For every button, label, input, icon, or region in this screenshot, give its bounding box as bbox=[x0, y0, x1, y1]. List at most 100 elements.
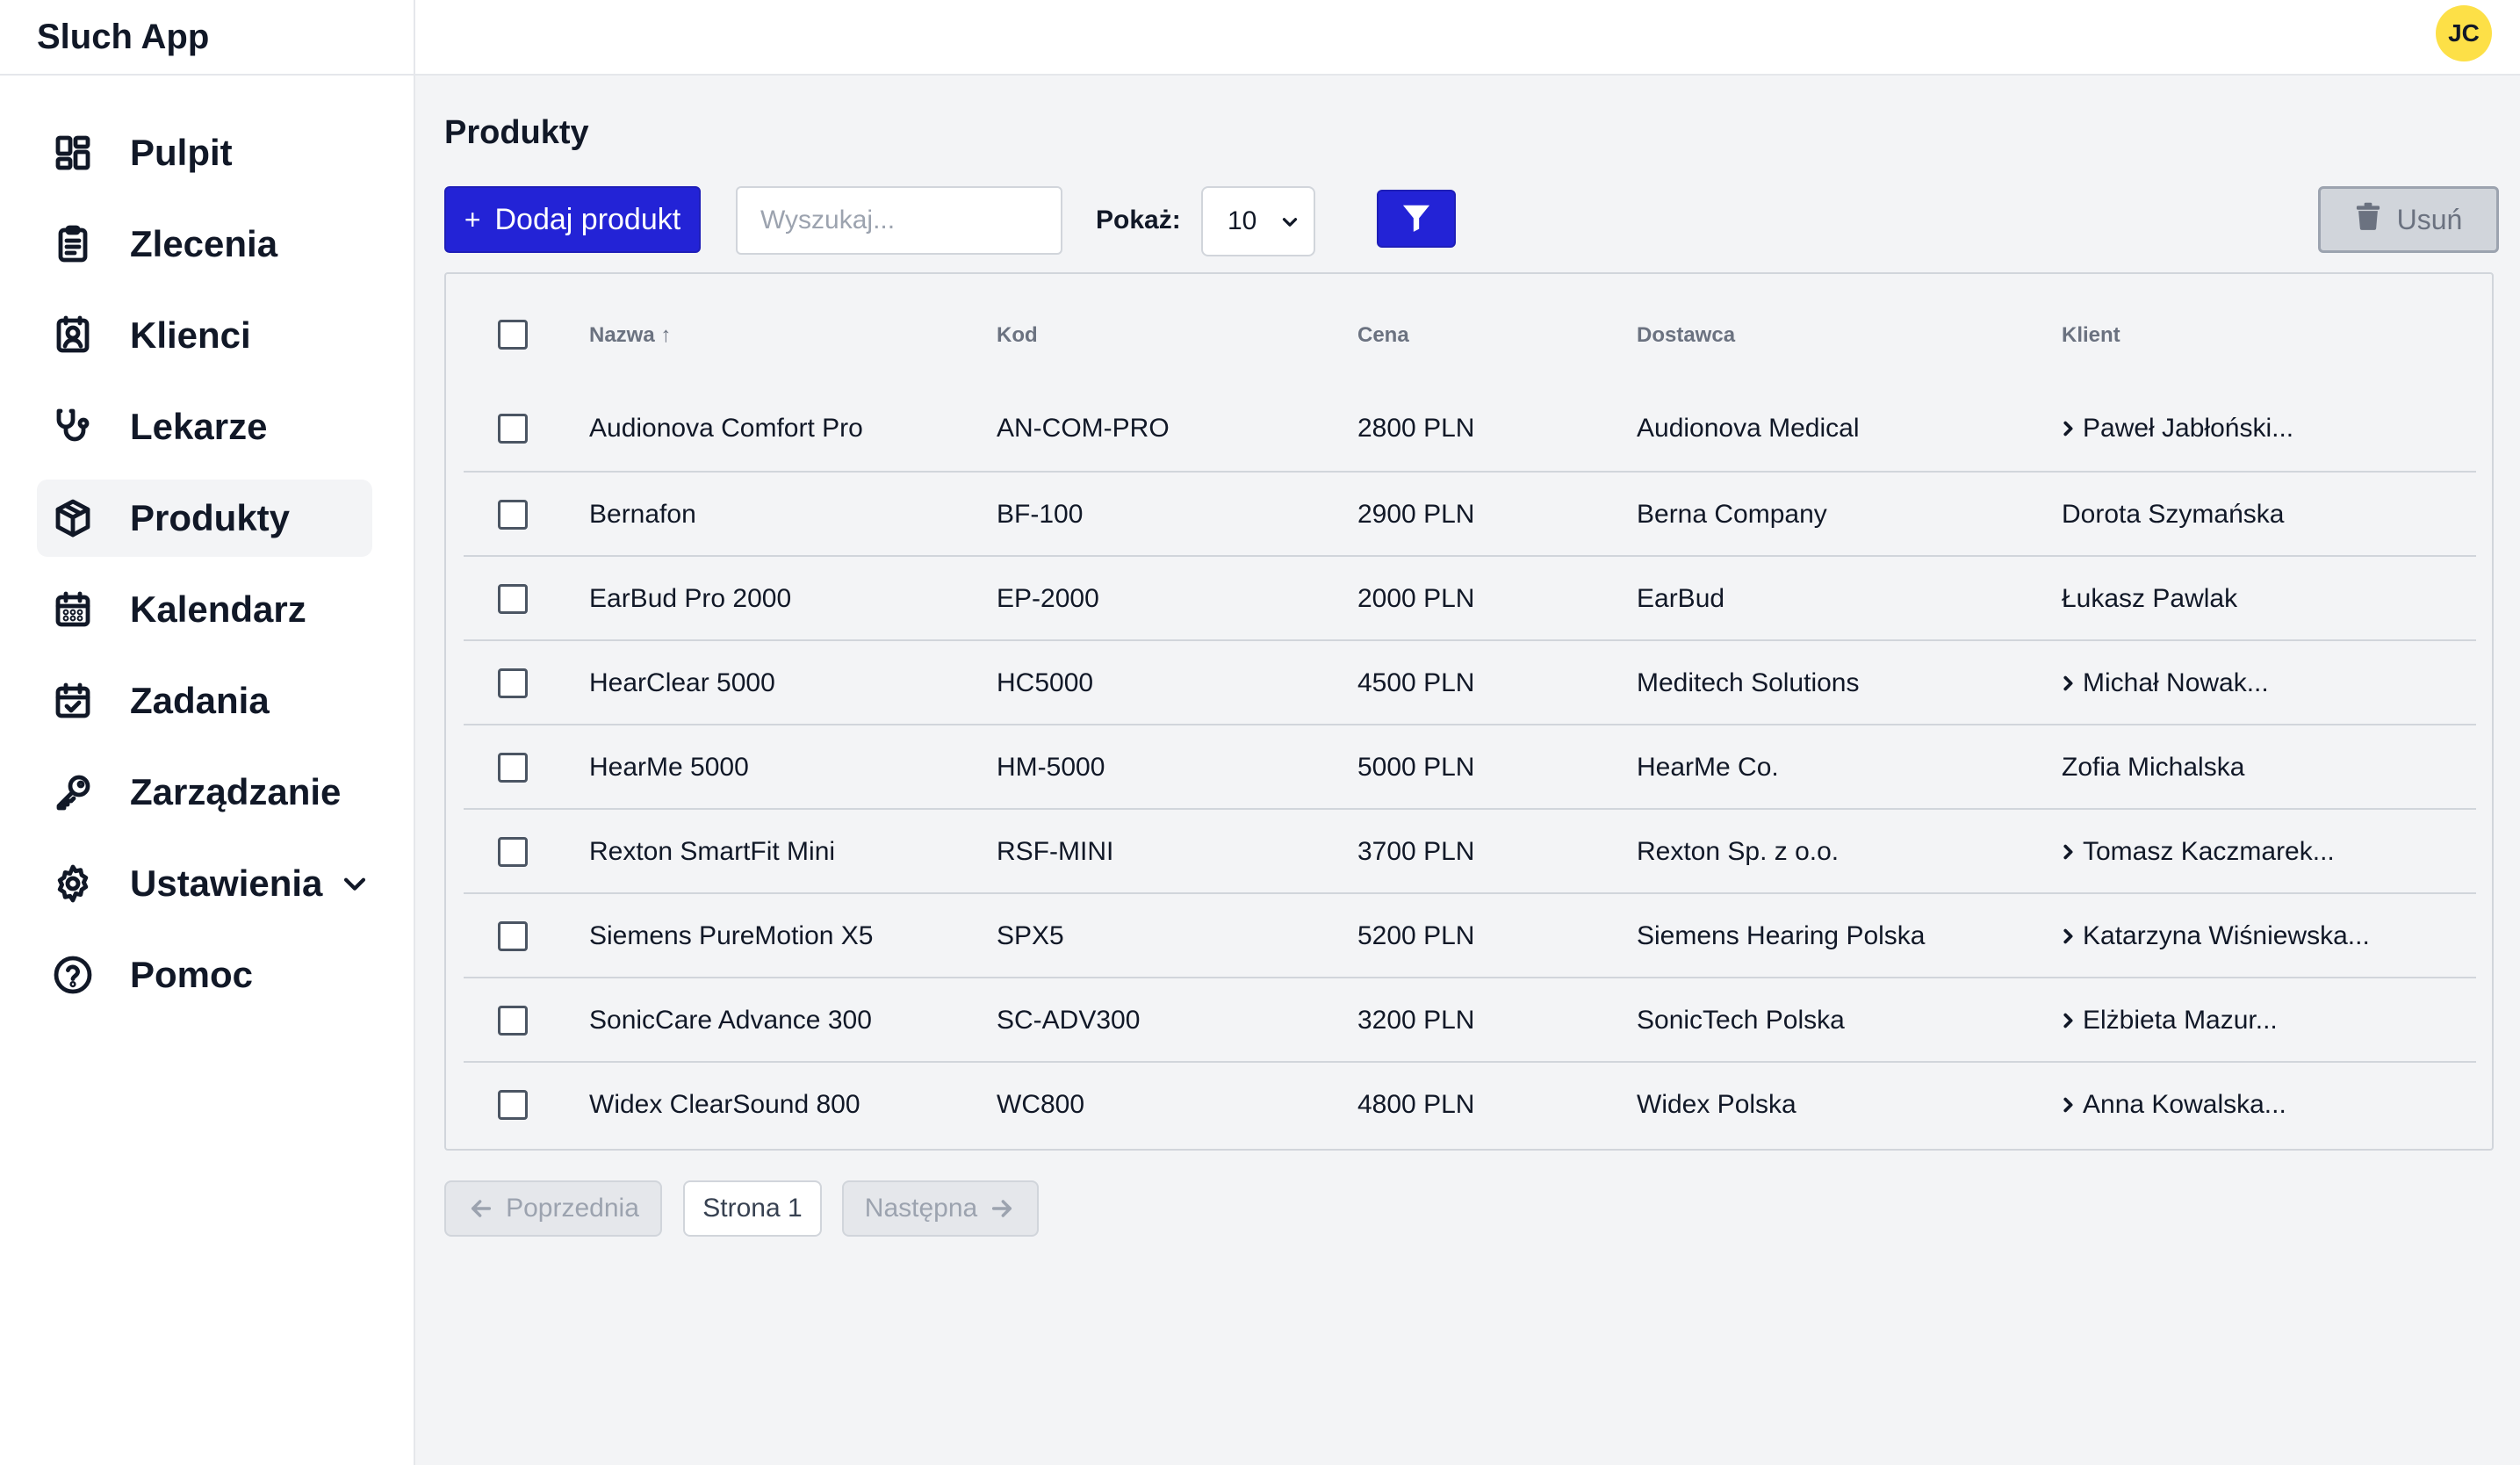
cell-supplier: Audionova Medical bbox=[1637, 386, 1860, 471]
gear-icon bbox=[51, 862, 95, 906]
row-checkbox[interactable] bbox=[498, 837, 528, 867]
sidebar-item-pulpit[interactable]: Pulpit bbox=[37, 114, 372, 191]
cell-price-text: 2000 PLN bbox=[1357, 584, 1475, 613]
cell-price: 3200 PLN bbox=[1357, 978, 1474, 1063]
cell-name: Siemens PureMotion X5 bbox=[589, 894, 874, 978]
key-icon bbox=[51, 770, 95, 814]
row-checkbox[interactable] bbox=[498, 414, 528, 444]
avatar[interactable]: JC bbox=[2436, 5, 2492, 61]
cell-name: HearClear 5000 bbox=[589, 641, 775, 725]
cell-name: Bernafon bbox=[589, 473, 696, 557]
sidebar: Sluch App Pulpit Zlecenia Klienci Lekarz… bbox=[0, 0, 415, 1465]
cell-code-text: WC800 bbox=[997, 1090, 1085, 1119]
cell-price: 3700 PLN bbox=[1357, 810, 1474, 894]
chevron-right-icon bbox=[2058, 1011, 2083, 1030]
cell-name-text: Siemens PureMotion X5 bbox=[589, 921, 874, 950]
toolbar: + Dodaj produkt Pokaż: 10 Usuń bbox=[444, 186, 2499, 256]
table-row: EarBud Pro 2000 EP-2000 2000 PLN EarBud Łuka… bbox=[464, 555, 2476, 639]
search-input[interactable] bbox=[736, 186, 1062, 255]
cell-client-text: Katarzyna Wiśniewska... bbox=[2083, 921, 2370, 950]
cell-name: Audionova Comfort Pro bbox=[589, 386, 863, 471]
cell-name: Widex ClearSound 800 bbox=[589, 1063, 860, 1147]
cell-name-text: HearClear 5000 bbox=[589, 668, 775, 697]
cell-supplier-text: Widex Polska bbox=[1637, 1090, 1796, 1119]
cell-code-text: SC-ADV300 bbox=[997, 1006, 1141, 1035]
cell-name-text: SonicCare Advance 300 bbox=[589, 1006, 872, 1035]
chevron-down-icon bbox=[1278, 211, 1301, 241]
cell-supplier: Widex Polska bbox=[1637, 1063, 1796, 1147]
cell-name-text: Rexton SmartFit Mini bbox=[589, 837, 836, 866]
cell-supplier-text: Berna Company bbox=[1637, 500, 1827, 529]
cell-client[interactable]: Tomasz Kaczmarek... bbox=[2058, 810, 2335, 894]
cell-client-text: Tomasz Kaczmarek... bbox=[2083, 837, 2335, 866]
cell-price-text: 2800 PLN bbox=[1357, 414, 1475, 443]
app-title[interactable]: Sluch App bbox=[0, 0, 414, 76]
calendar-check-icon bbox=[51, 679, 95, 723]
cell-client[interactable]: Elżbieta Mazur... bbox=[2058, 978, 2278, 1063]
delete-label: Usuń bbox=[2396, 203, 2463, 235]
sidebar-item-label: Kalendarz bbox=[130, 588, 306, 630]
cell-client[interactable]: Paweł Jabłoński... bbox=[2058, 386, 2293, 471]
cell-code-text: RSF-MINI bbox=[997, 837, 1114, 866]
add-product-button[interactable]: + Dodaj produkt bbox=[444, 186, 701, 253]
previous-page-button[interactable]: Poprzednia bbox=[444, 1180, 662, 1237]
sidebar-item-ustawienia[interactable]: Ustawienia bbox=[37, 845, 372, 922]
sidebar-item-zadania[interactable]: Zadania bbox=[37, 662, 372, 740]
table-row: HearMe 5000 HM-5000 5000 PLN HearMe Co. Zofi… bbox=[464, 724, 2476, 808]
stethoscope-icon bbox=[51, 405, 95, 449]
cell-client-text: Anna Kowalska... bbox=[2083, 1090, 2286, 1119]
box-icon bbox=[51, 496, 95, 540]
cell-code: AN-COM-PRO bbox=[997, 386, 1170, 471]
column-header-code: Kod bbox=[997, 323, 1038, 347]
cell-name: EarBud Pro 2000 bbox=[589, 557, 791, 641]
cell-name-text: EarBud Pro 2000 bbox=[589, 584, 792, 613]
delete-button[interactable]: Usuń bbox=[2318, 186, 2499, 253]
sidebar-item-pomoc[interactable]: Pomoc bbox=[37, 936, 372, 1014]
help-icon bbox=[51, 953, 95, 997]
page-size-select[interactable]: 10 bbox=[1201, 186, 1315, 256]
cell-client[interactable]: Michał Nowak... bbox=[2058, 641, 2269, 725]
sidebar-item-label: Lekarze bbox=[130, 406, 268, 447]
cell-client[interactable]: Anna Kowalska... bbox=[2058, 1063, 2286, 1147]
cell-supplier-text: HearMe Co. bbox=[1637, 753, 1779, 782]
cell-code-text: HM-5000 bbox=[997, 753, 1105, 782]
sidebar-item-lekarze[interactable]: Lekarze bbox=[37, 388, 372, 465]
cell-name-text: Audionova Comfort Pro bbox=[589, 414, 863, 443]
sidebar-item-produkty[interactable]: Produkty bbox=[37, 480, 372, 557]
sidebar-item-zarzadzanie[interactable]: Zarządzanie bbox=[37, 754, 372, 831]
next-page-button[interactable]: Następna bbox=[842, 1180, 1039, 1237]
cell-client: Łukasz Pawlak bbox=[2062, 557, 2237, 641]
row-checkbox[interactable] bbox=[498, 584, 528, 614]
arrow-left-icon bbox=[467, 1194, 495, 1223]
cell-price-text: 4800 PLN bbox=[1357, 1090, 1475, 1119]
sidebar-item-zlecenia[interactable]: Zlecenia bbox=[37, 206, 372, 283]
cell-code-text: EP-2000 bbox=[997, 584, 1099, 613]
chevron-down-icon[interactable] bbox=[340, 869, 370, 898]
add-product-label: Dodaj produkt bbox=[494, 202, 681, 236]
row-checkbox[interactable] bbox=[498, 1006, 528, 1036]
cell-client[interactable]: Katarzyna Wiśniewska... bbox=[2058, 894, 2370, 978]
cell-supplier: Meditech Solutions bbox=[1637, 641, 1859, 725]
contact-icon bbox=[51, 314, 95, 357]
sidebar-item-kalendarz[interactable]: Kalendarz bbox=[37, 571, 372, 648]
cell-supplier: Rexton Sp. z o.o. bbox=[1637, 810, 1839, 894]
cell-code-text: AN-COM-PRO bbox=[997, 414, 1170, 443]
page-size-label: Pokaż: bbox=[1096, 206, 1181, 235]
row-checkbox[interactable] bbox=[498, 500, 528, 530]
column-header-name[interactable]: Nazwa ↑ bbox=[589, 323, 671, 348]
row-checkbox[interactable] bbox=[498, 921, 528, 951]
row-checkbox[interactable] bbox=[498, 753, 528, 783]
row-checkbox[interactable] bbox=[498, 668, 528, 698]
cell-code: SC-ADV300 bbox=[997, 978, 1140, 1063]
cell-supplier: SonicTech Polska bbox=[1637, 978, 1845, 1063]
filter-button[interactable] bbox=[1377, 190, 1456, 248]
table-row: Rexton SmartFit Mini RSF-MINI 3700 PLN Rext… bbox=[464, 808, 2476, 892]
sidebar-item-label: Produkty bbox=[130, 497, 291, 538]
select-all-checkbox[interactable] bbox=[498, 320, 528, 350]
sidebar-item-klienci[interactable]: Klienci bbox=[37, 297, 372, 374]
cell-price: 2000 PLN bbox=[1357, 557, 1474, 641]
row-checkbox[interactable] bbox=[498, 1090, 528, 1120]
cell-client-text: Dorota Szymańska bbox=[2062, 500, 2285, 529]
cell-price: 5000 PLN bbox=[1357, 725, 1474, 810]
cell-price: 5200 PLN bbox=[1357, 894, 1474, 978]
